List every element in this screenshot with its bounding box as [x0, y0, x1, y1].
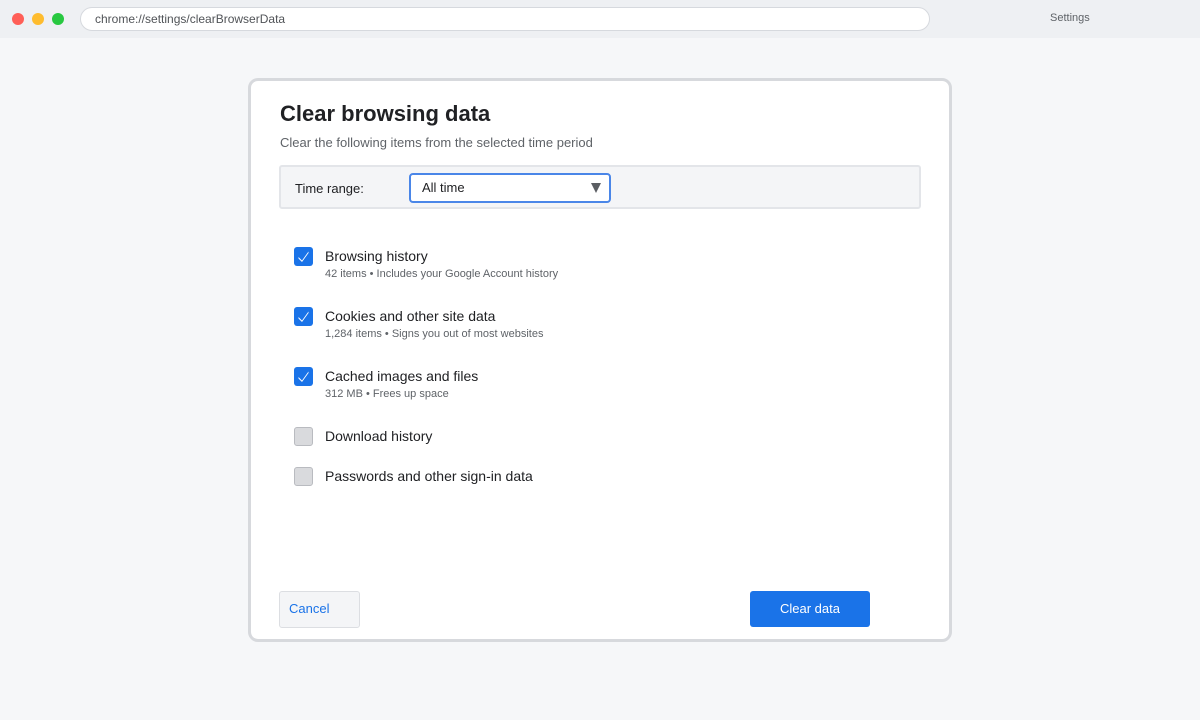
option-detail: 1,284 items • Signs you out of most webs… [325, 328, 544, 340]
clear-browsing-data-dialog: Clear browsing data Clear the following … [248, 78, 952, 642]
option-label: Passwords and other sign-in data [325, 468, 533, 484]
address-bar[interactable]: chrome://settings/clearBrowserData [80, 7, 930, 31]
checkbox-cached-images[interactable] [294, 367, 313, 386]
option-label: Browsing history [325, 248, 428, 264]
time-range-label: Time range: [295, 181, 364, 196]
checkbox-browsing-history[interactable] [294, 247, 313, 266]
checkmark-icon [298, 251, 309, 262]
option-label: Cached images and files [325, 368, 479, 384]
option-detail: 312 MB • Frees up space [325, 388, 449, 400]
option-label: Download history [325, 428, 433, 444]
time-range-select[interactable]: All time [409, 173, 611, 203]
checkbox-cookies[interactable] [294, 307, 313, 326]
cancel-button[interactable]: Cancel [279, 591, 360, 628]
checkmark-icon [298, 371, 309, 382]
clear-data-button[interactable]: Clear data [750, 591, 870, 627]
dropdown-arrow-icon [591, 183, 601, 193]
dialog-title: Clear browsing data [280, 101, 491, 126]
option-detail: 42 items • Includes your Google Account … [325, 268, 559, 280]
time-range-panel: Time range: All time [279, 165, 921, 209]
tab-title: Settings [1050, 12, 1090, 24]
close-window-button[interactable] [12, 13, 24, 25]
minimize-window-button[interactable] [32, 13, 44, 25]
maximize-window-button[interactable] [52, 13, 64, 25]
checkbox-passwords[interactable] [294, 467, 313, 486]
option-label: Cookies and other site data [325, 308, 496, 324]
browser-toolbar: chrome://settings/clearBrowserData Setti… [0, 0, 1200, 38]
checkmark-icon [298, 311, 309, 322]
time-range-value: All time [422, 180, 465, 195]
checkbox-download-history[interactable] [294, 427, 313, 446]
dialog-subtitle: Clear the following items from the selec… [280, 135, 593, 150]
